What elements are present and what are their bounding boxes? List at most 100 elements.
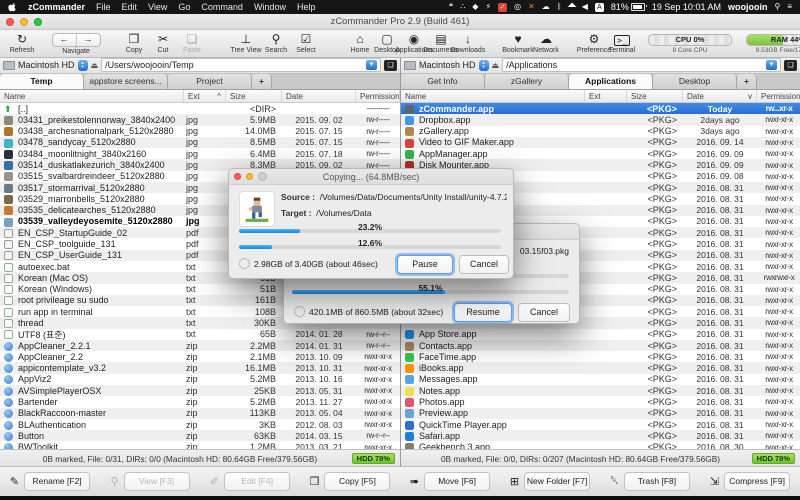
trash-f8--button[interactable]: Trash [F8] <box>624 472 690 491</box>
menu-item-go[interactable]: Go <box>178 2 190 12</box>
tab-desktop[interactable]: Desktop <box>653 74 737 89</box>
column-header-date[interactable]: Datev <box>683 90 757 102</box>
new-folder-f7--button[interactable]: New Folder [F7] <box>524 472 590 491</box>
volume-name[interactable]: Macintosh HD <box>18 60 75 70</box>
dialog-title-bar[interactable]: Copying... (64.8MB/sec) <box>229 169 513 185</box>
path-dropdown-button[interactable]: ▼ <box>766 60 777 70</box>
file-row[interactable]: AppCleaner_2.2.1zip2.2MB2014. 01. 31rw-r… <box>0 340 400 351</box>
tab-appstore-screens-[interactable]: appstore screens... <box>84 74 168 89</box>
copy-dialog[interactable]: Copying... (64.8MB/sec) Source : /Volume… <box>228 168 514 279</box>
volume-icon[interactable]: ◀ <box>582 2 588 12</box>
path-dropdown-button[interactable]: ▼ <box>366 60 377 70</box>
file-row[interactable]: 03438_archesnationalpark_5120x2880jpg14.… <box>0 126 400 137</box>
menu-item-command[interactable]: Command <box>201 2 243 12</box>
menu-item-window[interactable]: Window <box>254 2 286 12</box>
file-row[interactable]: AppViz2zip5.2MB2013. 10. 16rwxr-xr-x <box>0 374 400 385</box>
volume-name[interactable]: Macintosh HD <box>419 60 476 70</box>
cancel-button[interactable]: Cancel <box>518 303 570 322</box>
resume-button[interactable]: Resume <box>454 303 512 322</box>
column-header-ext[interactable]: Ext <box>585 90 627 102</box>
column-header-size[interactable]: Size <box>226 90 282 102</box>
eject-button[interactable]: ⏏ <box>91 61 99 70</box>
file-row[interactable]: Photos.app<PKG>2016. 08. 31rwxr-xr-x <box>401 396 800 407</box>
chat-icon[interactable]: ❝ <box>449 2 453 12</box>
toolbar-terminal-button[interactable]: >_Terminal <box>610 33 634 54</box>
file-row[interactable]: BlackRaccoon-masterzip113KB2013. 05. 04r… <box>0 408 400 419</box>
column-header-name[interactable]: Name <box>401 90 585 102</box>
column-header-size[interactable]: Size <box>627 90 683 102</box>
cloud-icon[interactable]: ☁ <box>542 2 550 12</box>
file-row[interactable]: Safari.app<PKG>2016. 08. 31rwxr-xr-x <box>401 430 800 441</box>
toolbar-home-button[interactable]: ⌂Home <box>348 33 372 54</box>
tab-zgallery[interactable]: zGallery <box>485 74 569 89</box>
cancel-button[interactable]: Cancel <box>459 255 509 274</box>
file-row[interactable]: ⬆[..]<DIR>---------- <box>0 103 400 114</box>
volume-stepper[interactable]: ▲▼ <box>78 60 88 71</box>
toolbar-navigate-button[interactable]: ←→Navigate <box>64 33 88 55</box>
toolbar-preference-button[interactable]: ⚙Preference <box>582 33 606 54</box>
menu-item-view[interactable]: View <box>148 2 167 12</box>
move-f6--button[interactable]: Move [F6] <box>424 472 490 491</box>
toolbar-downloads-button[interactable]: ↓Downloads <box>456 33 480 54</box>
bolt-icon[interactable]: ⚡ <box>485 2 491 12</box>
toolbar-bookmark-button[interactable]: ♥Bookmark <box>506 33 530 54</box>
file-row[interactable]: 03484_moonlitnight_3840x2160jpg6.4MB2015… <box>0 148 400 159</box>
column-header-permission[interactable]: Permission <box>356 90 400 102</box>
menu-clock[interactable]: 19 Sep 10:01 AM <box>652 2 721 12</box>
file-row[interactable]: appicontemplate_v3.2zip16.1MB2013. 10. 3… <box>0 362 400 373</box>
copy-f5--button[interactable]: Copy [F5] <box>324 472 390 491</box>
file-row[interactable]: BLAuthenticationzip3KB2012. 08. 03rwxr-x… <box>0 419 400 430</box>
path-field[interactable]: /Users/woojooin/Temp ▼ <box>101 58 381 72</box>
path-field[interactable]: /Applications ▼ <box>502 58 781 72</box>
menu-item-file[interactable]: File <box>96 2 111 12</box>
file-row[interactable]: Buttonzip63KB2014. 03. 15rw-r--r-- <box>0 430 400 441</box>
file-row[interactable]: Video to GIF Maker.app<PKG>2016. 09. 14r… <box>401 137 800 148</box>
bluetooth-icon[interactable]: ᛒ <box>557 2 562 12</box>
eye-icon[interactable]: ◎ <box>514 2 521 12</box>
file-row[interactable]: AppManager.app<PKG>2016. 09. 09rwxr-xr-x <box>401 148 800 159</box>
file-row[interactable]: Dropbox.app<PKG>2days agorwxr-xr-x <box>401 114 800 125</box>
new-tab-button[interactable]: + <box>737 74 757 89</box>
volume-stepper[interactable]: ▲▼ <box>479 60 489 71</box>
file-row[interactable]: AppCleaner_2.2zip2.1MB2013. 10. 09rwxr-x… <box>0 351 400 362</box>
back-button[interactable]: ← <box>53 34 76 46</box>
toolbar-documents-button[interactable]: ▤Documents <box>429 33 453 54</box>
toolbar-cut-button[interactable]: ✂Cut <box>151 33 175 54</box>
menu-item-help[interactable]: Help <box>297 2 316 12</box>
file-row[interactable]: 03431_preikestolennorway_3840x2400jpg5.9… <box>0 114 400 125</box>
paw-icon[interactable]: ∴ <box>460 2 465 12</box>
input-source-icon[interactable]: A <box>595 3 604 12</box>
pause-button[interactable]: Pause <box>397 255 453 274</box>
tab-applications[interactable]: Applications <box>569 74 653 89</box>
file-row[interactable]: zGallery.app<PKG>3days agorwxr-xr-x <box>401 126 800 137</box>
menu-username[interactable]: woojooin <box>728 2 768 12</box>
menu-item-edit[interactable]: Edit <box>122 2 138 12</box>
tab-get-info[interactable]: Get Info <box>401 74 485 89</box>
file-row[interactable]: zCommander.app<PKG>Todayrw...xr-x <box>401 103 800 114</box>
file-row[interactable]: Contacts.app<PKG>2016. 08. 31rwxr-xr-x <box>401 340 800 351</box>
eject-button[interactable]: ⏏ <box>492 61 500 70</box>
file-row[interactable]: QuickTime Player.app<PKG>2016. 08. 31rwx… <box>401 419 800 430</box>
toolbar-select-button[interactable]: ☑Select <box>294 33 318 54</box>
dropbox-icon[interactable]: ◆ <box>472 2 478 12</box>
file-row[interactable]: iBooks.app<PKG>2016. 08. 31rwxr-xr-x <box>401 362 800 373</box>
folder-menu-button[interactable]: ❏ <box>784 60 797 71</box>
apple-menu-icon[interactable] <box>8 2 18 12</box>
tab-project[interactable]: Project <box>168 74 252 89</box>
column-header-date[interactable]: Date <box>282 90 356 102</box>
toolbar-search-button[interactable]: ⚲Search <box>264 33 288 54</box>
file-row[interactable]: BWToolkitzip1.2MB2013. 03. 21rwxr-xr-x <box>0 441 400 449</box>
file-row[interactable]: FaceTime.app<PKG>2016. 08. 31rwxr-xr-x <box>401 351 800 362</box>
toolbar-copy-button[interactable]: ❐Copy <box>122 33 146 54</box>
forward-button[interactable]: → <box>76 34 100 46</box>
compress-f9--button[interactable]: Compress [F9] <box>724 472 790 491</box>
spotlight-search-icon[interactable]: ⚲ <box>774 2 780 12</box>
file-row[interactable]: UTF8 (표준)txt65B2014. 01. 28rw-r--r-- <box>0 329 400 340</box>
toolbar-tree-view-button[interactable]: ⊥Tree View <box>234 33 258 54</box>
column-header-ext[interactable]: Ext^ <box>184 90 226 102</box>
file-row[interactable]: Bartenderzip5.2MB2013. 11. 27rwxr-xr-x <box>0 396 400 407</box>
file-row[interactable]: Notes.app<PKG>2016. 08. 31rwxr-xr-x <box>401 385 800 396</box>
file-row[interactable]: Geekbench 3.app<PKG>2016. 08. 30rwxr-xr-… <box>401 441 800 449</box>
file-row[interactable]: Preview.app<PKG>2016. 08. 31rwxr-xr-x <box>401 408 800 419</box>
file-row[interactable]: 03478_sandycay_5120x2880jpg8.5MB2015. 07… <box>0 137 400 148</box>
